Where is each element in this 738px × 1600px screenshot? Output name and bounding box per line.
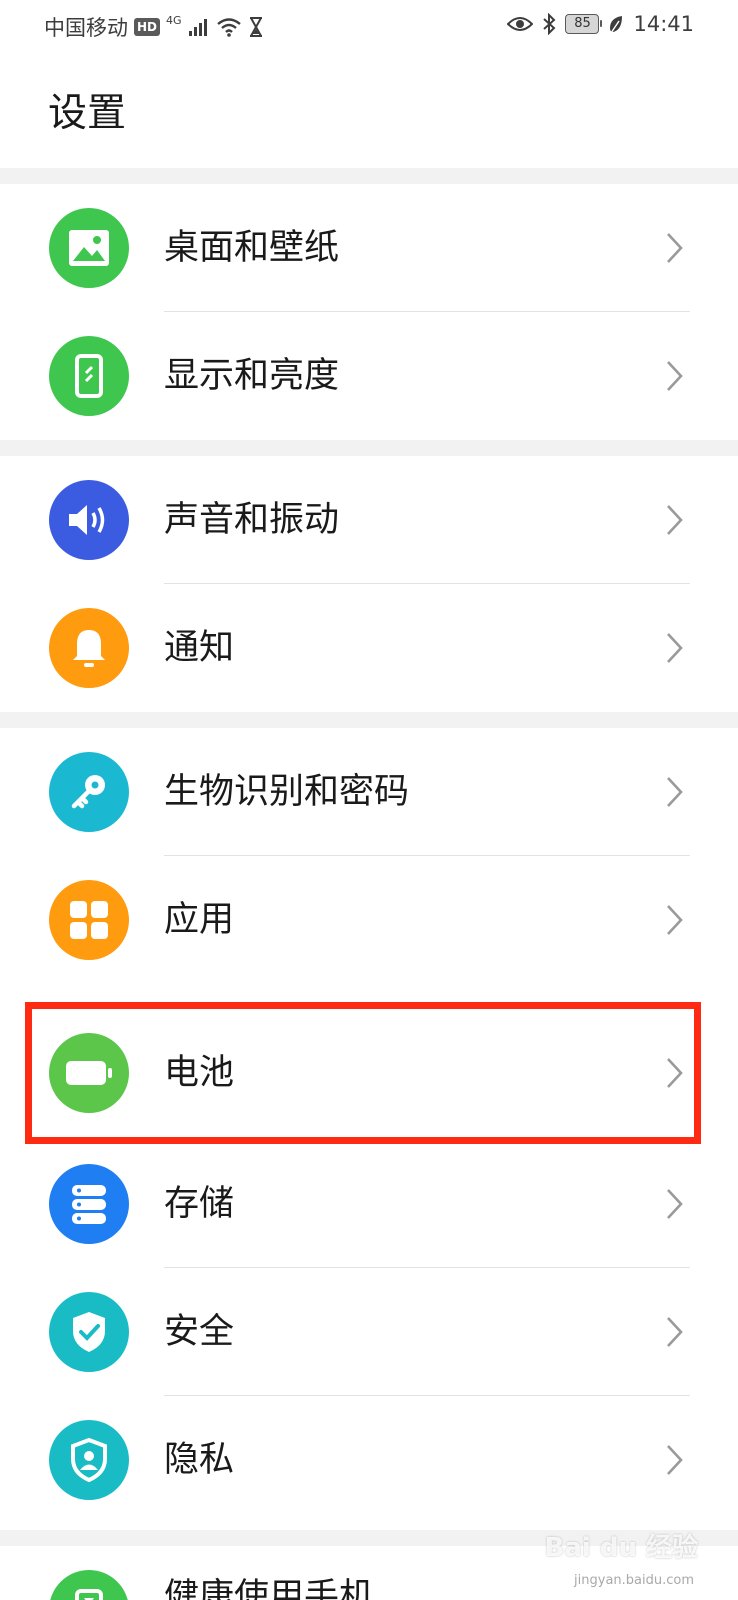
chevron-right-icon [667,905,683,935]
key-icon [49,752,129,832]
chevron-right-icon [667,361,683,391]
settings-item-biometrics[interactable]: 生物识别和密码 [0,728,738,856]
apps-grid-icon [49,880,129,960]
settings-item-label: 生物识别和密码 [164,772,410,812]
chevron-right-icon [667,1445,683,1475]
chevron-right-icon [667,633,683,663]
settings-item-sound[interactable]: 声音和振动 [0,456,738,584]
settings-item-display[interactable]: 显示和亮度 [0,312,738,440]
battery-icon [49,1033,129,1113]
settings-item-label: 安全 [164,1312,235,1352]
settings-item-battery[interactable]: 电池 [0,1009,738,1137]
bell-icon [49,608,129,688]
carrier-name: 中国移动 [44,16,128,40]
settings-item-label: 应用 [164,900,235,940]
settings-item-label: 通知 [164,628,235,668]
settings-item-storage[interactable]: 存储 [0,1140,738,1268]
watermark-url: jingyan.baidu.com [574,1573,694,1588]
status-right: 85 14:41 [507,12,694,36]
page-title: 设置 [48,91,127,136]
network-type: 4G [166,13,182,27]
watermark-logo: Bai du 经验 [544,1533,699,1563]
leaf-power-saving-icon [610,16,623,34]
privacy-icon [49,1420,129,1500]
chevron-right-icon [667,233,683,263]
hd-badge: HD [134,18,161,36]
shield-check-icon [49,1292,129,1372]
section-gap [0,712,738,728]
settings-item-label: 存储 [164,1184,235,1224]
hourglass-status-icon [249,17,262,37]
display-icon [49,336,129,416]
chevron-right-icon [667,1058,683,1088]
status-left: 中国移动 HD 4G [44,12,264,42]
settings-item-label: 声音和振动 [164,500,340,540]
settings-item-label: 显示和亮度 [164,356,340,396]
section-gap [0,440,738,456]
section-gap [0,168,738,184]
chevron-right-icon [667,1189,683,1219]
clock: 14:41 [633,12,694,36]
settings-item-apps[interactable]: 应用 [0,856,738,984]
bluetooth-icon [543,13,556,35]
settings-item-security[interactable]: 安全 [0,1268,738,1396]
settings-item-label: 健康使用手机 [164,1577,375,1600]
chevron-right-icon [667,505,683,535]
settings-item-privacy[interactable]: 隐私 [0,1396,738,1524]
settings-item-label: 隐私 [164,1440,235,1480]
wallpaper-icon [49,208,129,288]
status-bar: 中国移动 HD 4G 85 14:41 [0,0,738,52]
wifi-icon [216,18,241,37]
chevron-right-icon [667,777,683,807]
chevron-right-icon [667,1317,683,1347]
storage-icon [49,1164,129,1244]
settings-item-notifications[interactable]: 通知 [0,584,738,712]
hourglass-phone-icon [49,1570,129,1600]
speaker-icon [49,480,129,560]
battery-status: 85 [565,14,603,34]
settings-item-label: 桌面和壁纸 [164,228,340,268]
eye-comfort-icon [507,17,534,31]
signal-icon [188,19,207,36]
settings-item-wallpaper[interactable]: 桌面和壁纸 [0,184,738,312]
settings-item-label: 电池 [164,1053,235,1093]
